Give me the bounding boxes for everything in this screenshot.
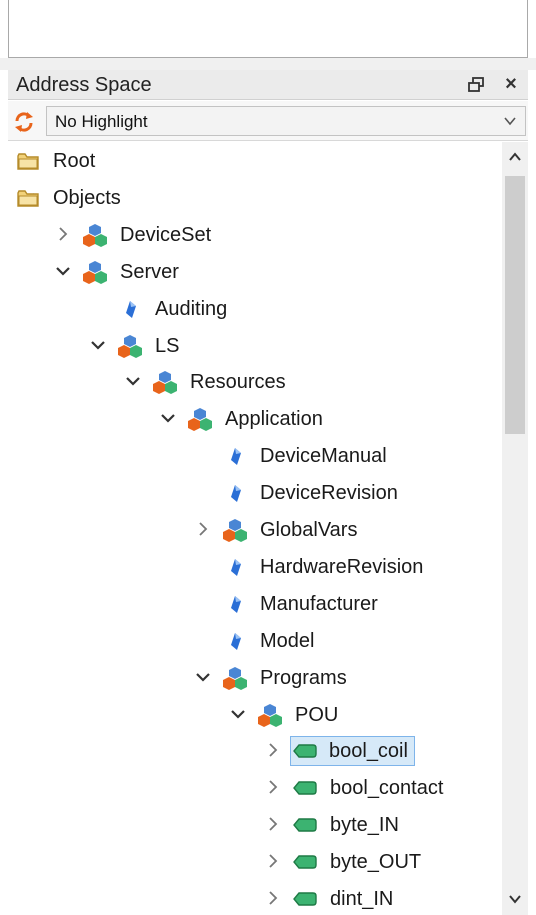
object-icon xyxy=(83,223,107,247)
chevron-right-icon[interactable] xyxy=(265,742,281,758)
tree-node-dint_in[interactable]: dint_IN xyxy=(8,882,502,915)
chevron-right-icon[interactable] xyxy=(55,226,71,242)
folder-icon xyxy=(16,149,40,173)
tree-node-server[interactable]: Server xyxy=(8,255,502,289)
property-icon xyxy=(118,297,142,321)
property-icon xyxy=(223,555,247,579)
chevron-right-icon[interactable] xyxy=(265,779,281,795)
vertical-scrollbar[interactable] xyxy=(502,142,528,915)
tree-node-bool_coil[interactable]: bool_coil xyxy=(8,734,502,768)
chevron-down-icon[interactable] xyxy=(160,410,176,426)
tree-node-devicerevision[interactable]: DeviceRevision xyxy=(8,476,502,510)
tree-node-label: Programs xyxy=(260,666,347,689)
chevron-right-icon[interactable] xyxy=(265,853,281,869)
variable-icon xyxy=(293,776,317,800)
property-icon xyxy=(223,444,247,468)
chevron-down-icon[interactable] xyxy=(195,669,211,685)
tree-node-label: HardwareRevision xyxy=(260,555,424,578)
property-icon xyxy=(223,481,247,505)
close-panel-button[interactable]: × xyxy=(500,71,522,97)
tree-node-label: dint_IN xyxy=(330,888,394,910)
address-space-toolbar: No Highlight xyxy=(8,101,528,141)
refresh-icon[interactable] xyxy=(12,110,36,134)
object-icon xyxy=(153,370,177,395)
panel-splitter[interactable] xyxy=(0,58,536,70)
tree-node-bool_contact[interactable]: bool_contact xyxy=(8,771,502,805)
tree-node-label: LS xyxy=(155,334,180,357)
panel-title: Address Space xyxy=(16,74,152,96)
upper-panel xyxy=(8,0,528,58)
tree-node-label: POU xyxy=(295,703,339,726)
tree-node-label: Resources xyxy=(190,371,286,394)
address-space-tree: Root Objects DeviceSet Server Auditing LS Reso… xyxy=(8,142,502,915)
tree-node-label: Manufacturer xyxy=(260,592,378,615)
object-icon xyxy=(223,666,247,690)
scroll-up-icon[interactable] xyxy=(506,150,524,164)
tree-node-label: DeviceSet xyxy=(120,223,212,246)
tree-node-label: Model xyxy=(260,629,315,652)
variable-icon xyxy=(293,813,317,837)
tree-node-label: Server xyxy=(120,260,179,283)
tree-node-deviceset[interactable]: DeviceSet xyxy=(8,218,502,252)
highlight-dropdown[interactable]: No Highlight xyxy=(46,106,526,136)
tree-node-label: Auditing xyxy=(155,297,228,320)
tree-node-resources[interactable]: Resources xyxy=(8,365,502,399)
chevron-down-icon[interactable] xyxy=(55,263,71,279)
tree-node-label: byte_IN xyxy=(330,814,399,837)
address-space-tree-area: Root Objects DeviceSet Server Auditing LS Reso… xyxy=(8,142,528,915)
property-icon xyxy=(223,592,247,616)
tree-node-root[interactable]: Root xyxy=(8,144,502,178)
chevron-right-icon[interactable] xyxy=(195,521,211,537)
tree-node-manufacturer[interactable]: Manufacturer xyxy=(8,587,502,621)
tree-node-auditing[interactable]: Auditing xyxy=(8,292,502,326)
tree-node-application[interactable]: Application xyxy=(8,402,502,436)
tree-node-label: bool_contact xyxy=(330,777,444,800)
tree-node-label: DeviceRevision xyxy=(260,482,398,505)
folder-icon xyxy=(16,186,40,210)
tree-node-programs[interactable]: Programs xyxy=(8,661,502,695)
tree-node-objects[interactable]: Objects xyxy=(8,181,502,215)
object-icon xyxy=(188,407,212,432)
chevron-right-icon[interactable] xyxy=(265,816,281,832)
scroll-down-icon[interactable] xyxy=(506,892,524,906)
highlight-dropdown-value: No Highlight xyxy=(55,112,148,131)
tree-node-pou[interactable]: POU xyxy=(8,698,502,732)
object-icon xyxy=(118,334,142,358)
tree-node-byte_out[interactable]: byte_OUT xyxy=(8,845,502,879)
tree-node-devicemanual[interactable]: DeviceManual xyxy=(8,439,502,473)
variable-icon xyxy=(293,850,317,874)
tree-node-byte_in[interactable]: byte_IN xyxy=(8,808,502,842)
float-window-icon[interactable] xyxy=(466,75,486,95)
tree-node-label: Application xyxy=(225,408,323,431)
chevron-right-icon[interactable] xyxy=(265,890,281,906)
property-icon xyxy=(223,629,247,653)
object-icon xyxy=(83,260,107,284)
tree-node-label: GlobalVars xyxy=(260,519,358,541)
chevron-down-icon xyxy=(503,114,517,128)
chevron-down-icon[interactable] xyxy=(230,706,246,722)
variable-icon xyxy=(293,887,317,911)
tree-node-hardwarerevision[interactable]: HardwareRevision xyxy=(8,550,502,584)
variable-icon xyxy=(293,739,317,763)
tree-node-label: Objects xyxy=(53,186,121,209)
chevron-down-icon[interactable] xyxy=(90,337,106,353)
chevron-down-icon[interactable] xyxy=(125,373,141,389)
scrollbar-thumb[interactable] xyxy=(505,176,525,434)
tree-node-label: DeviceManual xyxy=(260,445,387,468)
tree-node-ls[interactable]: LS xyxy=(8,329,502,363)
tree-node-model[interactable]: Model xyxy=(8,624,502,658)
address-space-titlebar: Address Space × xyxy=(8,70,528,100)
tree-node-label: Root xyxy=(53,150,96,172)
tree-node-globalvars[interactable]: GlobalVars xyxy=(8,513,502,547)
tree-node-label: byte_OUT xyxy=(330,851,422,874)
object-icon xyxy=(223,518,247,542)
object-icon xyxy=(258,703,282,727)
